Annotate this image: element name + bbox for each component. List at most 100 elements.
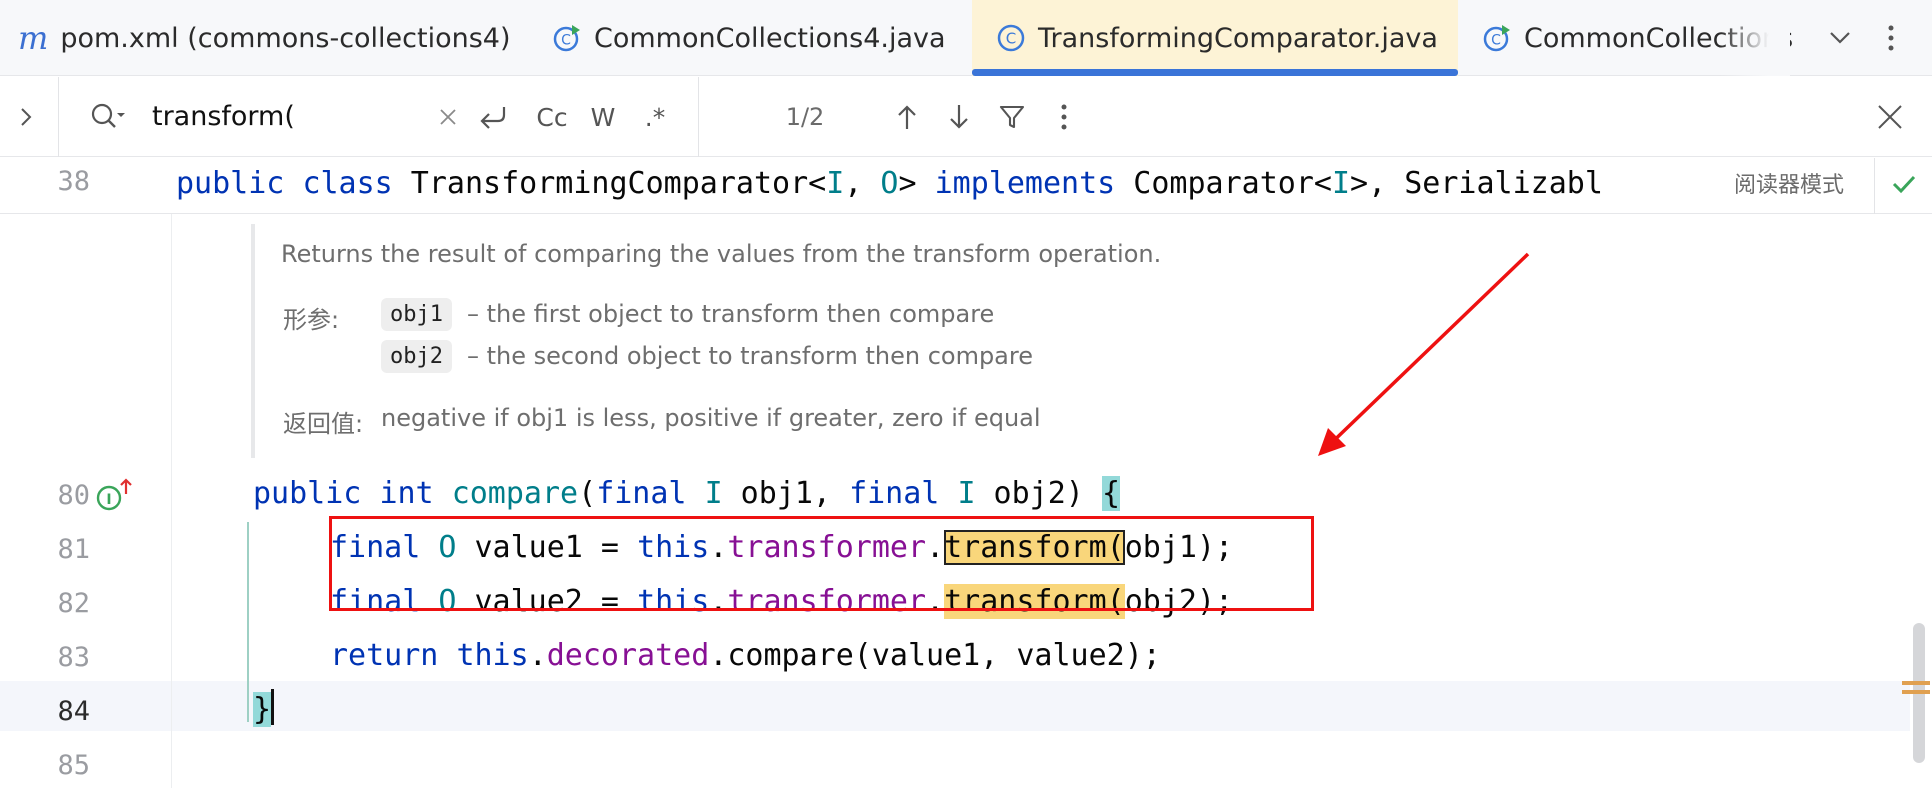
sticky-header-line[interactable]: 38 public class TransformingComparator<I…: [0, 158, 1932, 214]
doc-summary: Returns the result of comparing the valu…: [281, 240, 1162, 268]
code-token: obj2): [975, 476, 1102, 511]
param-name-chip: obj2: [381, 340, 452, 373]
line-number: 84: [57, 696, 90, 727]
code-token: >, Serializabl: [1350, 166, 1603, 201]
regex-toggle[interactable]: .*: [638, 99, 672, 135]
text-caret: [271, 689, 274, 725]
java-class-icon: C: [996, 23, 1026, 53]
doc-params-label: 形参:: [283, 306, 340, 334]
indent-guide: [247, 522, 249, 722]
match-counter: 1/2: [785, 103, 825, 131]
tab-transformingcomparator[interactable]: C TransformingComparator.java ✕: [972, 0, 1458, 76]
tab-label: pom.xml (commons-collections4): [60, 22, 511, 54]
arrow-down-icon[interactable]: [942, 99, 976, 135]
doc-returns: negative if obj1 is less, positive if gr…: [381, 404, 1041, 432]
code-token: I: [957, 476, 976, 511]
code-token: TransformingComparator<: [392, 166, 827, 201]
whole-words-toggle[interactable]: W: [586, 99, 620, 135]
line-number: 80: [57, 480, 90, 511]
svg-text:C: C: [1491, 33, 1501, 49]
editor-tab-bar: m pom.xml (commons-collections4) C Commo…: [0, 0, 1932, 76]
line-number: 85: [57, 750, 90, 781]
code-token: O: [880, 166, 899, 201]
java-class-run-icon: C: [1482, 23, 1512, 53]
maven-icon: m: [18, 19, 49, 57]
filter-icon[interactable]: [994, 99, 1030, 135]
code-token: {: [1101, 476, 1120, 511]
chevron-right-icon[interactable]: [14, 101, 38, 133]
more-vertical-icon[interactable]: [1876, 0, 1906, 76]
code-token: I: [704, 476, 723, 511]
param-description: – the second object to transform then co…: [467, 342, 1033, 370]
code-token: (: [578, 476, 597, 511]
code-token: return: [330, 638, 439, 673]
tab-label: CommonCollections4.java: [594, 22, 946, 54]
tab-commoncollections4[interactable]: C CommonCollections4.java: [552, 0, 952, 76]
param-name-chip: obj1: [381, 298, 452, 331]
code-token: public: [253, 476, 362, 511]
code-token: I: [1331, 166, 1351, 201]
code-token: .: [528, 638, 547, 673]
gutter-border: [171, 158, 172, 788]
code-token: final: [596, 476, 687, 511]
divider: [58, 77, 59, 157]
divider: [698, 77, 699, 157]
tab-overflow-fade: [1720, 0, 1790, 76]
code-editor[interactable]: 38 public class TransformingComparator<I…: [0, 158, 1932, 788]
code-token: implements: [934, 166, 1116, 201]
implements-method-icon[interactable]: I: [96, 476, 136, 520]
code-token: decorated: [546, 638, 710, 673]
arrow-up-icon[interactable]: [890, 99, 924, 135]
code-token: class: [302, 166, 393, 201]
code-token: compare: [451, 476, 579, 511]
param-description: – the first object to transform then com…: [467, 300, 995, 328]
reader-mode-button[interactable]: 阅读器模式: [1734, 158, 1844, 214]
code-token: ,: [844, 166, 881, 201]
find-bar: transform( Cc W .* 1/2: [0, 77, 1932, 157]
search-history-icon[interactable]: [88, 99, 128, 135]
code-token: .compare(value1, value2);: [709, 638, 1161, 673]
line-number: 83: [57, 642, 90, 673]
code-token: int: [379, 476, 434, 511]
rendered-javadoc: Returns the result of comparing the valu…: [251, 224, 1851, 458]
search-input[interactable]: transform(: [152, 77, 295, 157]
line-number: 81: [57, 534, 90, 565]
close-find-icon[interactable]: [1872, 99, 1908, 135]
red-annotation-box: [329, 516, 1314, 611]
code-token: obj1,: [722, 476, 850, 511]
code-token: }: [253, 692, 272, 727]
checkmark-icon: [1892, 174, 1916, 198]
code-line: return this.decorated.compare(value1, va…: [330, 638, 1161, 673]
current-line-highlight: [0, 681, 1910, 731]
java-class-run-icon: C: [552, 23, 582, 53]
svg-text:C: C: [1006, 30, 1016, 48]
doc-returns-label: 返回值:: [283, 410, 364, 438]
code-token: final: [849, 476, 940, 511]
divider: [1874, 158, 1875, 214]
match-case-toggle[interactable]: Cc: [532, 99, 572, 135]
code-token: Comparator<: [1115, 166, 1332, 201]
red-annotation-arrow: [1318, 252, 1530, 456]
more-vertical-icon[interactable]: [1052, 99, 1076, 135]
svg-text:C: C: [561, 33, 571, 49]
line-number: 82: [57, 588, 90, 619]
search-result-marker: [1902, 681, 1930, 694]
clear-search-icon[interactable]: [435, 101, 461, 133]
newline-icon[interactable]: [476, 99, 510, 135]
code-token: public: [176, 166, 285, 201]
code-line: public class TransformingComparator<I, O…: [176, 166, 1603, 201]
chevron-down-icon[interactable]: [1820, 0, 1860, 76]
tab-label: TransformingComparator.java: [1038, 22, 1438, 54]
code-token: this: [456, 638, 529, 673]
code-line: public int compare(final I obj1, final I…: [253, 476, 1120, 511]
tab-pom-xml[interactable]: m pom.xml (commons-collections4): [18, 0, 528, 76]
svg-text:I: I: [106, 492, 111, 508]
code-line: }: [253, 692, 272, 727]
code-token: I: [826, 166, 845, 201]
